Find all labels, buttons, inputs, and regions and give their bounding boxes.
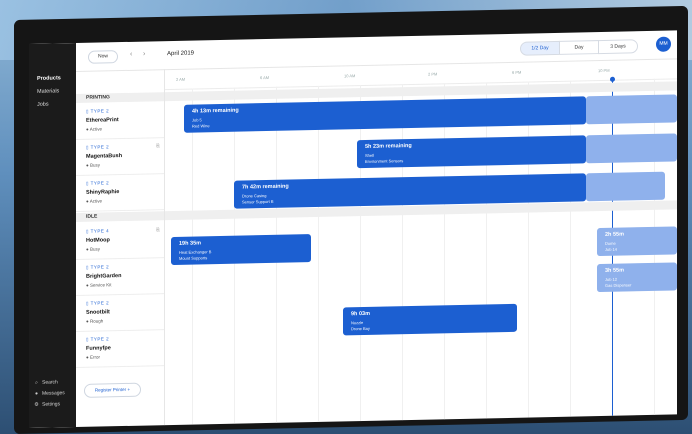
- resource-type: ▯ TYPE 2: [86, 300, 110, 306]
- resource-row[interactable]: ▯ TYPE 2 MagentaBush ● Busy ⎘: [76, 137, 164, 177]
- job-title: 4h 13m remaining: [192, 107, 239, 115]
- job-detail: Gas Dispenser: [605, 282, 632, 288]
- resource-status: ● Busy: [86, 246, 100, 252]
- job-detail: Drone Casing: [242, 193, 267, 199]
- resource-type: ▯ TYPE 2: [86, 336, 110, 342]
- job-title: 2h 55m: [605, 231, 624, 238]
- sidebar-item-search[interactable]: ⌕ Search: [34, 379, 58, 385]
- resource-type: ▯ TYPE 4: [86, 228, 110, 234]
- resource-status: ● Active: [86, 198, 102, 204]
- job-detail: Sensor Support B: [242, 198, 274, 205]
- job-bar[interactable]: 9h 03m Nozzle Drone Bay: [343, 303, 517, 336]
- message-icon: ●: [34, 390, 39, 397]
- job-detail: Job 12: [605, 276, 618, 282]
- sidebar-item-settings[interactable]: ⚙ Settings: [34, 401, 60, 408]
- resource-row[interactable]: ▯ TYPE 2 BrightGarden ● Service Kit: [76, 257, 164, 297]
- resource-status: ● Rough: [86, 318, 104, 324]
- resource-type: ▯ TYPE 2: [86, 144, 110, 150]
- job-detail: Dome: [605, 240, 616, 246]
- resource-row[interactable]: ▯ TYPE 2 Snootbilt ● Rough: [76, 293, 164, 333]
- time-tick: 6 AM: [260, 74, 270, 81]
- job-bar-upcoming[interactable]: 3h 55m Job 12 Gas Dispenser: [597, 262, 677, 293]
- resource-row[interactable]: ▯ TYPE 2 ShinyRaphie ● Active: [76, 173, 164, 213]
- job-detail: Job 14: [605, 246, 618, 252]
- job-title: 3h 55m: [605, 267, 624, 274]
- job-title: 7h 42m remaining: [242, 183, 289, 191]
- app-screen: Products Materials Jobs ⌕ Search ● Message…: [29, 30, 677, 429]
- job-bar-upcoming[interactable]: [586, 171, 665, 202]
- job-detail: Job 5: [192, 117, 202, 123]
- sidebar-item-products[interactable]: Products: [37, 75, 61, 81]
- resource-name: BrightGarden: [86, 273, 122, 280]
- sidebar: Products Materials Jobs ⌕ Search ● Message…: [29, 43, 76, 428]
- time-tick: 10 PM: [598, 67, 610, 74]
- sidebar-item-materials[interactable]: Materials: [37, 88, 59, 94]
- job-bar-upcoming[interactable]: [586, 133, 677, 164]
- link-icon[interactable]: ⎘: [156, 143, 160, 149]
- resource-status: ● Busy: [86, 162, 100, 168]
- resource-row[interactable]: ▯ TYPE 2 Funnyfpe ● Error: [76, 329, 164, 369]
- job-title: 5h 23m remaining: [365, 142, 412, 150]
- grid-line: [402, 84, 403, 421]
- today-button[interactable]: Now: [88, 50, 118, 64]
- job-bar-upcoming[interactable]: [586, 94, 677, 125]
- job-detail: Shell: [365, 152, 374, 158]
- resource-name: ShinyRaphie: [86, 189, 120, 196]
- current-month: April 2019: [167, 50, 195, 58]
- resource-status: ● Error: [86, 354, 100, 360]
- resource-status: ● Active: [86, 126, 102, 132]
- view-day[interactable]: Day: [559, 40, 599, 55]
- gear-icon: ⚙: [34, 401, 39, 408]
- search-icon: ⌕: [35, 379, 38, 386]
- job-bar-upcoming[interactable]: 2h 55m Dome Job 14: [597, 226, 677, 257]
- job-bar[interactable]: 5h 23m remaining Shell Environment Senso…: [357, 135, 586, 169]
- resource-row[interactable]: ▯ TYPE 2 EthereaPrint ● Active: [76, 101, 164, 141]
- avatar[interactable]: MM: [656, 36, 671, 52]
- register-printer-button[interactable]: Register Printer +: [84, 382, 141, 398]
- job-detail: Environment Sensors: [365, 158, 404, 164]
- resource-type: ▯ TYPE 2: [86, 180, 110, 186]
- grid-line: [318, 85, 319, 422]
- grid-line: [360, 85, 361, 422]
- link-icon[interactable]: ⎘: [156, 227, 160, 233]
- job-title: 19h 35m: [179, 240, 202, 247]
- resource-status: ● Service Kit: [86, 282, 112, 288]
- job-detail: Drone Bay: [351, 325, 370, 332]
- time-tick: 6 PM: [512, 69, 522, 75]
- job-detail: Red Wine: [192, 123, 210, 129]
- job-title: 9h 03m: [351, 310, 370, 318]
- job-detail: Nozzle: [351, 319, 364, 326]
- time-tick: 10 AM: [344, 73, 356, 79]
- resource-name: HotMoop: [86, 237, 110, 244]
- view-three-days[interactable]: 3 Days: [598, 39, 638, 55]
- resource-list: ▯ TYPE 2 EthereaPrint ● Active ▯ TYPE 2 …: [76, 69, 165, 428]
- grid-line: [570, 80, 571, 417]
- sidebar-item-jobs[interactable]: Jobs: [37, 102, 49, 108]
- grid-line: [486, 82, 487, 419]
- grid-line: [528, 81, 529, 418]
- time-tick: 2 PM: [428, 71, 438, 77]
- job-detail: Mount Supports: [179, 255, 208, 261]
- resource-name: Snootbilt: [86, 309, 110, 316]
- resource-name: Funnyfpe: [86, 345, 111, 352]
- chevron-left-icon[interactable]: ‹: [130, 51, 132, 58]
- grid-line: [444, 83, 445, 420]
- chevron-right-icon[interactable]: ›: [143, 51, 145, 58]
- resource-type: ▯ TYPE 2: [86, 108, 110, 114]
- view-half-day[interactable]: 1/2 Day: [520, 40, 560, 56]
- job-detail: Heat Exchanger B: [179, 249, 212, 255]
- resource-name: MagentaBush: [86, 153, 123, 160]
- resource-name: EthereaPrint: [86, 117, 119, 124]
- sidebar-item-messages[interactable]: ● Messages: [34, 390, 65, 397]
- time-tick: 2 AM: [176, 76, 186, 82]
- job-bar[interactable]: 19h 35m Heat Exchanger B Mount Supports: [171, 234, 311, 266]
- resource-row[interactable]: ▯ TYPE 4 HotMoop ● Busy ⎘: [76, 221, 164, 261]
- resource-type: ▯ TYPE 2: [86, 264, 110, 270]
